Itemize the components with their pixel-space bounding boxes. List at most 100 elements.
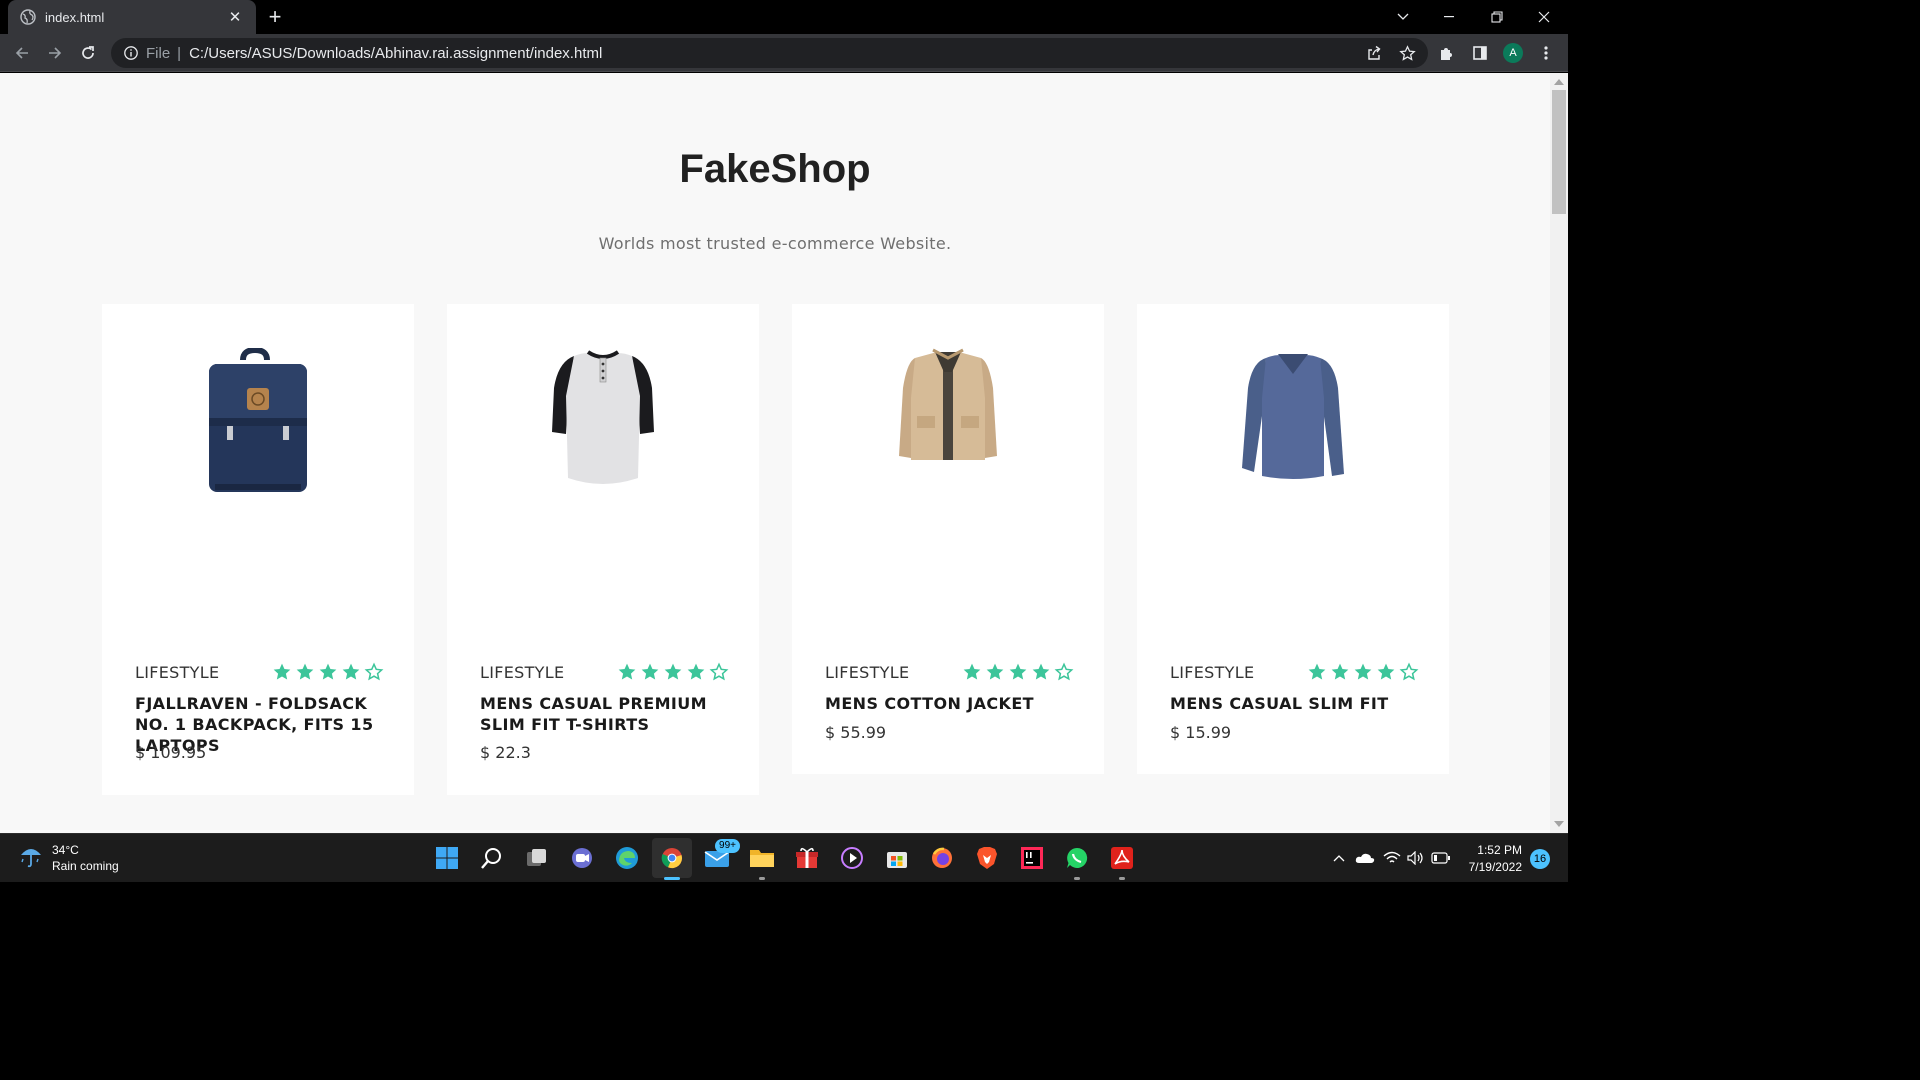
microsoft-store-icon[interactable] [882, 843, 912, 873]
product-card[interactable]: LIFESTYLE MENS CASUAL SLIM FIT $ 15.99 [1137, 304, 1449, 774]
raglan-tshirt-image[interactable] [447, 348, 759, 498]
acrobat-reader-icon[interactable] [1107, 843, 1137, 873]
wifi-icon[interactable] [1382, 849, 1402, 867]
star-filled-icon [319, 663, 337, 680]
running-indicator [1119, 877, 1125, 880]
chrome-browser-icon[interactable] [652, 838, 692, 878]
windows-start-icon[interactable] [432, 843, 462, 873]
backpack-image[interactable] [102, 348, 414, 498]
media-player-icon[interactable] [837, 843, 867, 873]
star-outline-icon [1054, 662, 1074, 681]
firefox-icon[interactable] [927, 843, 957, 873]
tab-strip: index.html ✕ + [0, 0, 1568, 34]
product-price: $ 15.99 [1170, 723, 1232, 742]
star-filled-icon [986, 663, 1004, 680]
product-card[interactable]: LIFESTYLE MENS COTTON JACKET $ 55.99 [792, 304, 1104, 774]
more-menu-icon[interactable] [1532, 39, 1560, 67]
restore-icon[interactable] [1474, 0, 1520, 34]
star-outline-icon [364, 662, 384, 681]
clock-date: 7/19/2022 [1468, 860, 1522, 874]
taskbar: 34°C Rain coming 99+ 1:52 PM 7/19/2022 1… [0, 833, 1568, 882]
product-card[interactable]: LIFESTYLE FJALLRAVEN - FOLDSACK NO. 1 BA… [102, 304, 414, 795]
close-tab-icon[interactable]: ✕ [226, 8, 244, 26]
star-filled-icon [963, 663, 981, 680]
star-filled-icon [273, 663, 291, 680]
intellij-idea-icon[interactable] [1017, 843, 1047, 873]
rain-umbrella-icon [18, 843, 44, 874]
product-category: LIFESTYLE [480, 663, 565, 682]
vertical-scrollbar[interactable] [1550, 73, 1568, 833]
product-name[interactable]: MENS CASUAL PREMIUM SLIM FIT T-SHIRTS [480, 693, 740, 735]
rating-stars [962, 662, 1074, 682]
product-name[interactable]: MENS CASUAL SLIM FIT [1170, 693, 1430, 714]
product-card[interactable]: LIFESTYLE MENS CASUAL PREMIUM SLIM FIT T… [447, 304, 759, 795]
url-separator: | [177, 44, 182, 62]
browser-tab[interactable]: index.html ✕ [8, 0, 256, 34]
site-subtitle: Worlds most trusted e-commerce Website. [598, 234, 952, 253]
battery-icon[interactable] [1430, 849, 1452, 867]
chevron-up-icon[interactable] [1330, 849, 1348, 867]
weather-temperature: 34°C [52, 843, 79, 857]
running-indicator [1074, 877, 1080, 880]
weather-widget[interactable]: 34°C Rain coming [18, 842, 119, 874]
star-outline-icon [1399, 662, 1419, 681]
jacket-image[interactable] [792, 348, 1104, 498]
new-tab-button[interactable]: + [264, 6, 286, 28]
tab-title: index.html [45, 9, 105, 25]
teams-chat-icon[interactable] [567, 843, 597, 873]
file-explorer-icon[interactable] [747, 843, 777, 873]
running-indicator [759, 877, 765, 880]
screen: index.html ✕ + File | C:/Users/ASUS/Down… [0, 0, 1568, 882]
product-price: $ 109.95 [135, 743, 207, 762]
profile-avatar[interactable]: A [1503, 43, 1523, 63]
star-filled-icon [687, 663, 705, 680]
close-window-icon[interactable] [1521, 0, 1567, 34]
bookmark-star-icon[interactable] [1393, 39, 1421, 67]
info-icon[interactable] [123, 45, 139, 61]
mail-icon[interactable]: 99+ [702, 839, 740, 873]
star-filled-icon [641, 663, 659, 680]
star-filled-icon [1009, 663, 1027, 680]
edge-browser-icon[interactable] [612, 843, 642, 873]
tab-search-icon[interactable] [1380, 0, 1426, 34]
minimize-icon[interactable] [1426, 0, 1472, 34]
product-name[interactable]: MENS COTTON JACKET [825, 693, 1085, 714]
globe-icon [20, 9, 36, 25]
share-icon[interactable] [1360, 39, 1388, 67]
star-filled-icon [618, 663, 636, 680]
star-outline-icon [709, 662, 729, 681]
whatsapp-icon[interactable] [1062, 843, 1092, 873]
star-filled-icon [296, 663, 314, 680]
side-panel-icon[interactable] [1466, 39, 1494, 67]
product-price: $ 22.3 [480, 743, 531, 762]
url-text[interactable]: C:/Users/ASUS/Downloads/Abhinav.rai.assi… [189, 45, 602, 62]
longsleeve-image[interactable] [1137, 348, 1449, 498]
volume-icon[interactable] [1406, 849, 1426, 867]
scrollbar-thumb[interactable] [1552, 90, 1566, 214]
scroll-down-arrow-icon[interactable] [1554, 821, 1564, 827]
star-filled-icon [342, 663, 360, 680]
clock-time: 1:52 PM [1477, 843, 1522, 857]
reload-icon[interactable] [74, 39, 102, 67]
star-filled-icon [1308, 663, 1326, 680]
page-viewport: FakeShop Worlds most trusted e-commerce … [0, 73, 1550, 833]
product-price: $ 55.99 [825, 723, 887, 742]
brave-browser-icon[interactable] [972, 843, 1002, 873]
scroll-up-arrow-icon[interactable] [1554, 79, 1564, 85]
rating-stars [272, 662, 384, 682]
star-filled-icon [1331, 663, 1349, 680]
url-scheme-label: File [146, 44, 171, 62]
gift-app-icon[interactable] [792, 843, 822, 873]
rating-stars [1307, 662, 1419, 682]
system-clock[interactable]: 1:52 PM 7/19/2022 [1460, 842, 1522, 876]
star-filled-icon [664, 663, 682, 680]
address-bar[interactable]: File | C:/Users/ASUS/Downloads/Abhinav.r… [111, 38, 1428, 68]
onedrive-cloud-icon[interactable] [1354, 849, 1376, 867]
search-icon[interactable] [477, 843, 507, 873]
star-filled-icon [1377, 663, 1395, 680]
task-view-icon[interactable] [522, 843, 552, 873]
back-arrow-icon[interactable] [8, 39, 36, 67]
notification-count-badge[interactable]: 16 [1530, 849, 1550, 869]
forward-arrow-icon[interactable] [41, 39, 69, 67]
extensions-icon[interactable] [1433, 39, 1461, 67]
